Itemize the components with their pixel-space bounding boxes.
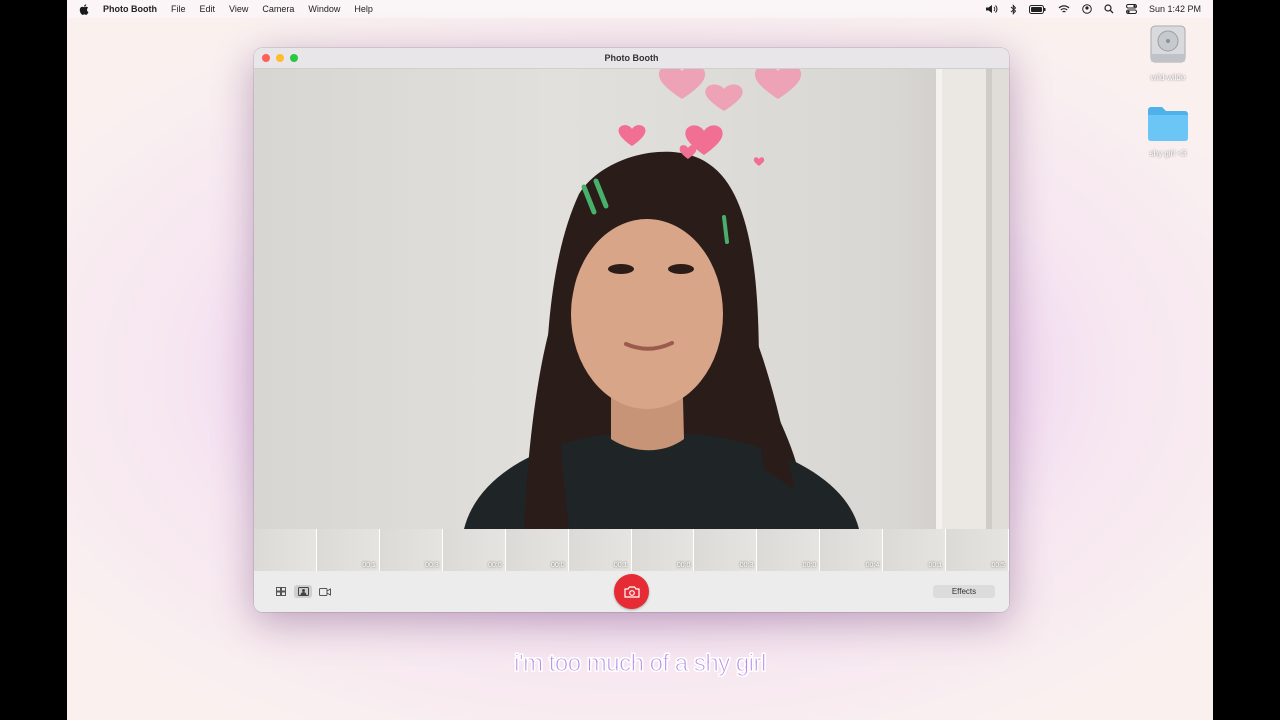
zoom-button[interactable] [290,54,298,62]
thumbnail[interactable]: 00:3 [694,529,758,571]
thumbnail[interactable]: 00:1 [316,529,380,571]
thumbnail[interactable]: 00:0 [505,529,569,571]
desktop: Photo Booth File Edit View Camera Window… [67,0,1213,720]
desktop-folder-label: shy girl <3 [1149,149,1187,158]
thumbnail[interactable]: 00:3 [379,529,443,571]
grid-icon [276,587,286,596]
menu-clock[interactable]: Sun 1:42 PM [1149,4,1201,14]
effects-button[interactable]: Effects [933,585,995,598]
window-toolbar: Effects [254,571,1009,612]
thumbnail[interactable]: 00:0 [757,529,821,571]
thumbnail[interactable]: 00:5 [946,529,1009,571]
thumbnail[interactable]: 00:1 [568,529,632,571]
close-button[interactable] [262,54,270,62]
apple-icon[interactable] [79,3,89,15]
view-mode-group [268,585,334,598]
desktop-drive[interactable]: wild-wilde [1136,24,1200,82]
portrait-icon [297,587,309,596]
thumbnail[interactable]: 00:1 [883,529,947,571]
menu-file[interactable]: File [171,4,186,14]
battery-icon[interactable] [1028,4,1046,14]
thumbnail[interactable] [254,529,317,571]
menu-bar: Photo Booth File Edit View Camera Window… [67,0,1213,18]
four-photo-mode-button[interactable] [272,585,290,598]
take-photo-button[interactable] [614,574,649,609]
hard-drive-icon [1150,25,1186,63]
volume-icon[interactable] [985,4,998,14]
desktop-drive-label: wild-wilde [1150,73,1186,82]
search-icon[interactable] [1104,4,1114,14]
control-center-icon[interactable] [1125,4,1137,14]
bluetooth-icon[interactable] [1010,3,1017,15]
thumbnail[interactable]: 00:0 [631,529,695,571]
camera-icon [623,585,640,598]
desktop-folder[interactable]: shy girl <3 [1136,104,1200,158]
window-title: Photo Booth [604,53,659,63]
photo-booth-window: Photo Booth 00:1 00:3 00:0 00:0 00:1 00:… [254,48,1009,612]
menu-help[interactable]: Help [354,4,373,14]
thumbnail[interactable]: 00:4 [820,529,884,571]
menu-view[interactable]: View [229,4,248,14]
menu-app-name[interactable]: Photo Booth [103,4,157,14]
filmstrip: 00:1 00:3 00:0 00:0 00:1 00:0 00:3 00:0 … [254,529,1009,571]
minimize-button[interactable] [276,54,284,62]
video-caption: i'm too much of a shy girl [514,650,767,678]
video-icon [319,587,331,596]
camera-feed-image [464,69,1009,529]
menu-edit[interactable]: Edit [200,4,216,14]
wifi-icon[interactable] [1058,4,1070,14]
menu-camera[interactable]: Camera [262,4,294,14]
user-icon[interactable] [1082,4,1092,14]
thumbnail[interactable]: 00:0 [442,529,506,571]
window-titlebar[interactable]: Photo Booth [254,48,1009,69]
camera-preview [254,69,1009,529]
single-photo-mode-button[interactable] [294,585,312,598]
menu-window[interactable]: Window [308,4,340,14]
video-mode-button[interactable] [316,585,334,598]
folder-icon [1148,107,1188,141]
